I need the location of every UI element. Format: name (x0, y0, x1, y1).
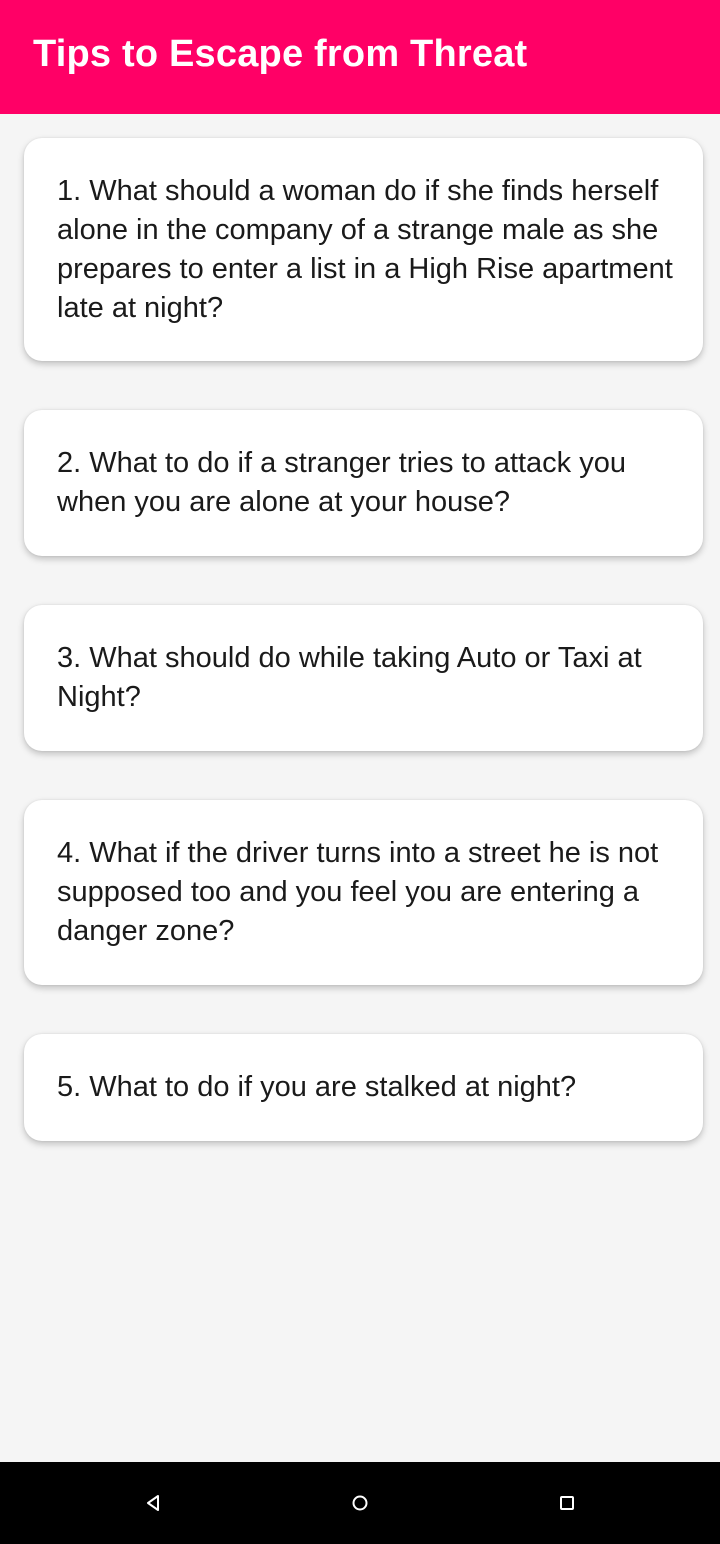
home-circle-icon (352, 1495, 368, 1511)
tips-list: 1. What should a woman do if she finds h… (0, 114, 720, 1462)
page-title: Tips to Escape from Threat (33, 32, 528, 75)
tip-card-3[interactable]: 3. What should do while taking Auto or T… (24, 605, 703, 751)
tip-card-4[interactable]: 4. What if the driver turns into a stree… (24, 800, 703, 985)
tip-text: 1. What should a woman do if she finds h… (57, 174, 673, 324)
tip-card-1[interactable]: 1. What should a woman do if she finds h… (24, 138, 703, 361)
back-triangle-icon (147, 1495, 159, 1511)
tip-text: 5. What to do if you are stalked at nigh… (57, 1071, 577, 1103)
tip-text: 4. What if the driver turns into a stree… (57, 837, 659, 947)
recents-button[interactable] (546, 1482, 588, 1524)
tip-card-2[interactable]: 2. What to do if a stranger tries to att… (24, 410, 703, 556)
system-navigation-bar (0, 1462, 720, 1544)
app-bar: Tips to Escape from Threat (0, 0, 720, 114)
tip-card-5[interactable]: 5. What to do if you are stalked at nigh… (24, 1034, 703, 1141)
back-button[interactable] (132, 1482, 174, 1524)
tip-text: 3. What should do while taking Auto or T… (57, 642, 642, 713)
tip-text: 2. What to do if a stranger tries to att… (57, 447, 626, 518)
home-button[interactable] (339, 1482, 381, 1524)
recents-square-icon (560, 1496, 574, 1510)
